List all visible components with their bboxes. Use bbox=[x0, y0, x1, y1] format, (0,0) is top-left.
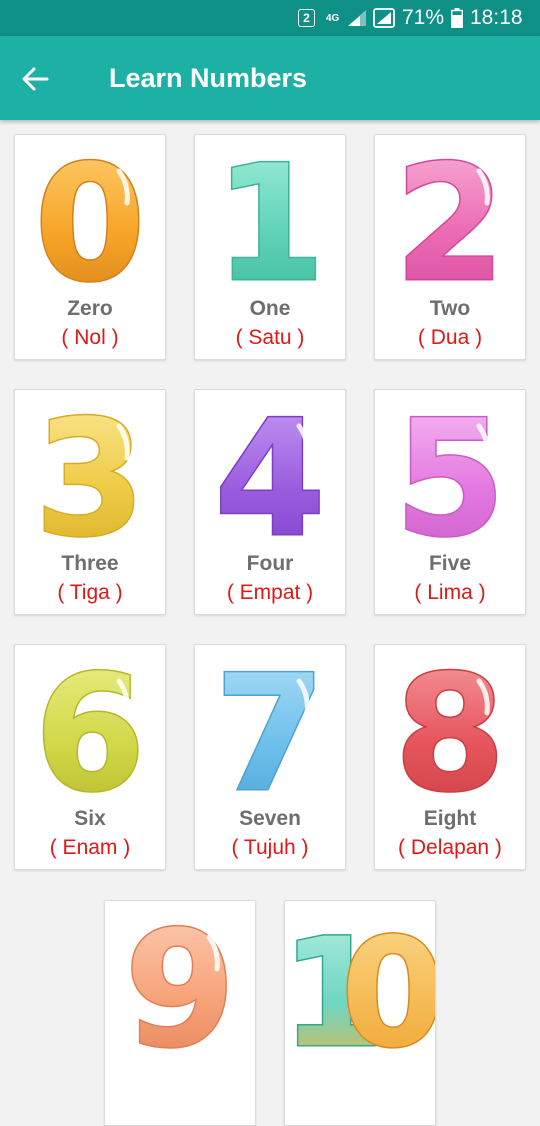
number-name-english: Seven bbox=[239, 807, 301, 830]
number-card-5[interactable]: 5 Five ( Lima ) bbox=[374, 389, 526, 615]
numeral-glyph: 6 bbox=[34, 651, 145, 801]
numeral-8-icon: 8 bbox=[393, 651, 507, 801]
number-card-2[interactable]: 2 Two ( Dua ) bbox=[374, 134, 526, 360]
numeral-glyph: 3 bbox=[34, 396, 145, 546]
number-name-indonesian: ( Delapan ) bbox=[398, 836, 502, 859]
data-icon bbox=[373, 0, 395, 36]
numeral-3-icon: 3 bbox=[33, 396, 147, 546]
number-name-indonesian: ( Tiga ) bbox=[57, 581, 123, 604]
battery-icon bbox=[451, 0, 463, 36]
number-name-english: One bbox=[249, 297, 291, 320]
numeral-glyph: 0 bbox=[341, 907, 435, 1057]
status-bar: 2 4G 71% 18:18 bbox=[0, 0, 540, 36]
clock: 18:18 bbox=[470, 6, 523, 29]
numeral-7-icon: 7 bbox=[213, 651, 327, 801]
number-name-english: Four bbox=[246, 552, 294, 575]
number-card-10[interactable]: 10 bbox=[284, 900, 436, 1126]
number-card-0[interactable]: 0 Zero ( Nol ) bbox=[14, 134, 166, 360]
arrow-left-icon bbox=[22, 67, 49, 91]
number-name-english: Zero bbox=[67, 297, 113, 320]
number-name-english: Five bbox=[428, 552, 472, 575]
numeral-glyph: 7 bbox=[214, 651, 325, 801]
sim-slot-icon: 2 bbox=[298, 0, 318, 36]
number-card-1[interactable]: 1 One ( Satu ) bbox=[194, 134, 346, 360]
number-name-english: Six bbox=[74, 807, 106, 830]
sim-slot-label: 2 bbox=[298, 9, 315, 27]
numeral-1-icon: 1 bbox=[213, 141, 327, 291]
number-name-indonesian: ( Nol ) bbox=[61, 326, 119, 349]
numeral-10-icon: 10 bbox=[285, 907, 435, 1057]
number-card-9[interactable]: 9 bbox=[104, 900, 256, 1126]
number-card-8[interactable]: 8 Eight ( Delapan ) bbox=[374, 644, 526, 870]
number-card-4[interactable]: 4 Four ( Empat ) bbox=[194, 389, 346, 615]
numeral-9-icon: 9 bbox=[123, 907, 237, 1057]
number-name-english: Three bbox=[61, 552, 119, 575]
number-name-indonesian: ( Empat ) bbox=[226, 581, 314, 604]
number-name-indonesian: ( Tujuh ) bbox=[231, 836, 309, 859]
numeral-0-icon: 0 bbox=[33, 141, 147, 291]
signal-icon bbox=[347, 0, 367, 36]
numeral-glyph: 1 bbox=[214, 141, 325, 291]
numeral-glyph: 0 bbox=[34, 141, 145, 291]
page-title: Learn Numbers bbox=[109, 63, 308, 93]
numeral-glyph: 5 bbox=[394, 396, 505, 546]
numeral-2-icon: 2 bbox=[393, 141, 507, 291]
numeral-5-icon: 5 bbox=[393, 396, 507, 546]
numeral-glyph: 4 bbox=[214, 396, 325, 546]
numeral-glyph: 8 bbox=[394, 651, 505, 801]
numeral-4-icon: 4 bbox=[213, 396, 327, 546]
number-name-indonesian: ( Enam ) bbox=[49, 836, 131, 859]
numbers-grid: 0 Zero ( Nol ) 1 One ( Satu ) 2 Two ( Du… bbox=[0, 120, 540, 1126]
back-button[interactable] bbox=[12, 56, 58, 102]
number-name-indonesian: ( Dua ) bbox=[417, 326, 483, 349]
numeral-glyph: 9 bbox=[124, 907, 235, 1057]
numeral-6-icon: 6 bbox=[33, 651, 147, 801]
number-card-6[interactable]: 6 Six ( Enam ) bbox=[14, 644, 166, 870]
number-card-3[interactable]: 3 Three ( Tiga ) bbox=[14, 389, 166, 615]
number-name-english: Two bbox=[429, 297, 471, 320]
battery-percent: 71% bbox=[402, 6, 445, 29]
app-bar: Learn Numbers bbox=[0, 36, 540, 120]
numeral-glyph: 2 bbox=[394, 141, 505, 291]
number-card-7[interactable]: 7 Seven ( Tujuh ) bbox=[194, 644, 346, 870]
number-name-english: Eight bbox=[423, 807, 477, 830]
number-name-indonesian: ( Satu ) bbox=[235, 326, 305, 349]
number-name-indonesian: ( Lima ) bbox=[414, 581, 486, 604]
network-type-label: 4G bbox=[326, 12, 340, 24]
